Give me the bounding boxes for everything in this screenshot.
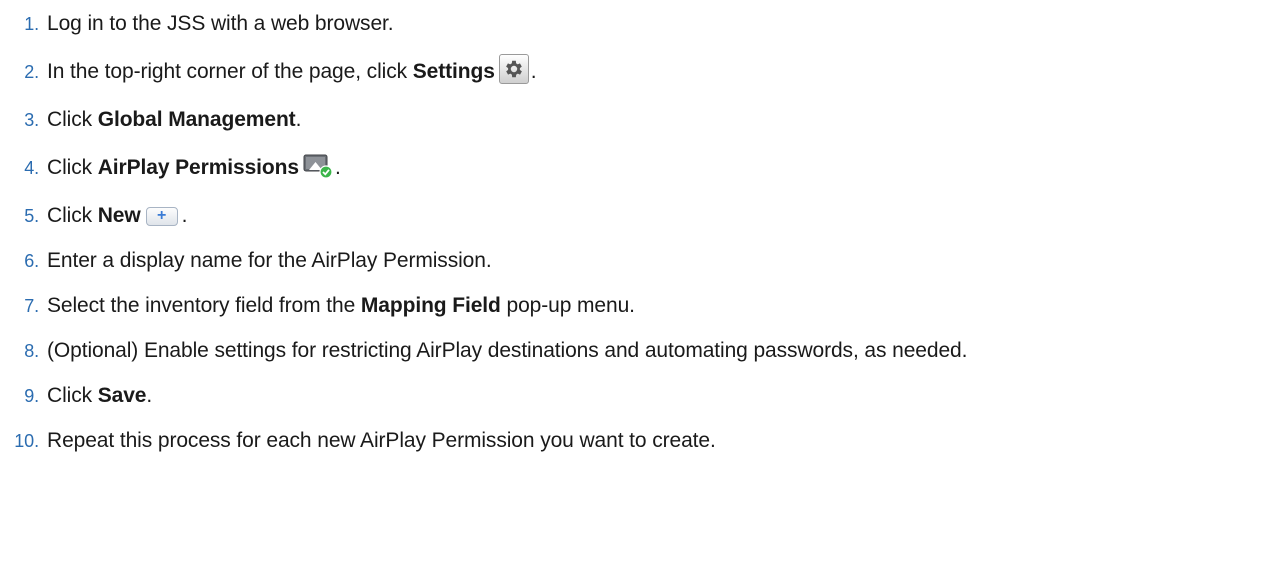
step-7: 7. Select the inventory field from the M… xyxy=(0,289,635,323)
step-6: 6. Enter a display name for the AirPlay … xyxy=(0,244,492,278)
step-1: 1. Log in to the JSS with a web browser. xyxy=(0,7,394,41)
step-number: 9. xyxy=(24,385,39,406)
mapping-field-label: Mapping Field xyxy=(360,294,501,317)
step-text: Click Global Management . xyxy=(47,108,301,132)
settings-label: Settings xyxy=(412,60,495,83)
airplay-permissions-label: AirPlay Permissions xyxy=(97,156,299,179)
step-number: 8. xyxy=(24,340,39,361)
new-label: New xyxy=(97,204,141,227)
step-text-part: . xyxy=(530,60,537,83)
step-text-part: Click xyxy=(47,204,98,227)
step-text-part: . xyxy=(146,384,153,407)
step-text-part: (Optional) Enable settings for restricti… xyxy=(47,339,968,362)
step-text: (Optional) Enable settings for restricti… xyxy=(47,339,967,363)
step-3: 3. Click Global Management . xyxy=(0,103,301,137)
step-text: In the top-right corner of the page, cli… xyxy=(47,54,537,87)
step-text-part: pop-up menu. xyxy=(500,294,635,317)
step-8: 8. (Optional) Enable settings for restri… xyxy=(0,334,967,368)
step-text: Select the inventory field from the Mapp… xyxy=(47,294,635,318)
step-text-part: In the top-right corner of the page, cli… xyxy=(47,60,413,83)
airplay-permissions-icon xyxy=(303,153,333,179)
step-text: Log in to the JSS with a web browser. xyxy=(47,12,394,36)
step-5: 5. Click New + . xyxy=(0,199,187,233)
step-4: 4. Click AirPlay Permissions . xyxy=(0,151,341,185)
step-text-part: Click xyxy=(47,108,98,131)
plus-icon: + xyxy=(145,206,178,226)
step-number: 5. xyxy=(24,205,39,226)
step-text: Click New + . xyxy=(47,204,187,228)
step-text-part: . xyxy=(181,204,188,227)
gear-icon xyxy=(498,54,529,84)
step-text-part: . xyxy=(295,108,302,131)
step-number: 1. xyxy=(24,13,39,34)
step-text-part: . xyxy=(334,156,341,179)
step-text: Click AirPlay Permissions . xyxy=(47,153,341,181)
step-text-part: Select the inventory field from the xyxy=(47,294,361,317)
step-text: Enter a display name for the AirPlay Per… xyxy=(47,249,492,273)
step-text-part: Click xyxy=(47,156,98,179)
step-number: 2. xyxy=(24,61,39,82)
step-text-part: Click xyxy=(47,384,98,407)
step-text: Click Save . xyxy=(47,384,152,408)
step-text-part: Log in to the JSS with a web browser. xyxy=(47,12,394,35)
save-label: Save xyxy=(97,384,147,407)
step-text: Repeat this process for each new AirPlay… xyxy=(47,429,716,453)
step-text-part: Repeat this process for each new AirPlay… xyxy=(47,429,716,452)
step-number: 3. xyxy=(24,109,39,130)
step-number: 10. xyxy=(14,430,39,451)
step-2: 2. In the top-right corner of the page, … xyxy=(0,54,537,89)
step-number: 4. xyxy=(24,157,39,178)
step-number: 6. xyxy=(24,250,39,271)
step-number: 7. xyxy=(24,295,39,316)
global-management-label: Global Management xyxy=(97,108,296,131)
step-10: 10. Repeat this process for each new Air… xyxy=(0,424,716,458)
step-text-part: Enter a display name for the AirPlay Per… xyxy=(47,249,492,272)
step-9: 9. Click Save . xyxy=(0,379,152,413)
